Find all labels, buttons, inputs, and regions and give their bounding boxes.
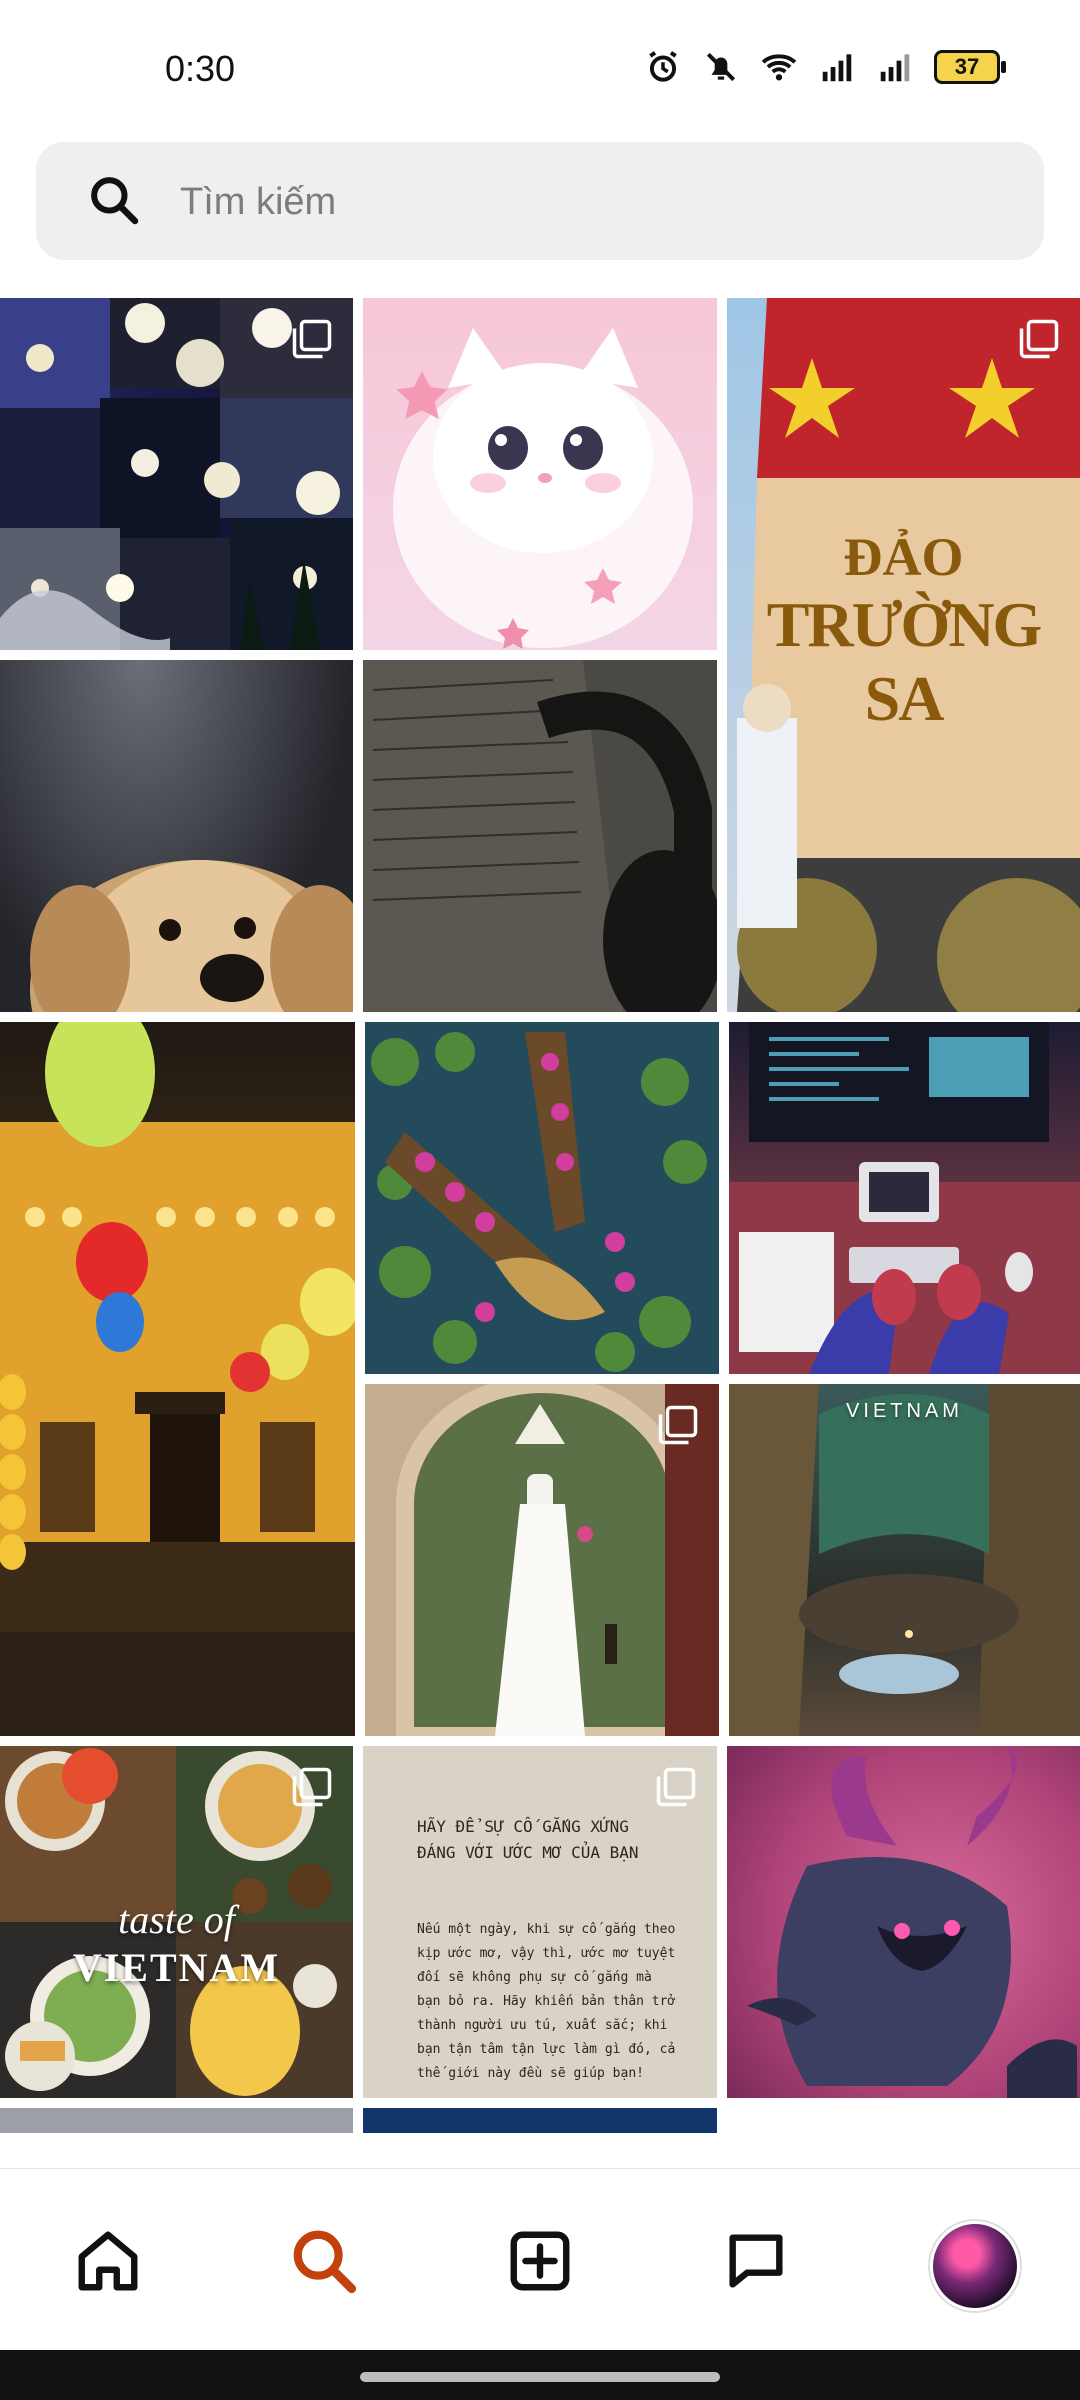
search-bar[interactable] bbox=[36, 142, 1044, 260]
grid-tile-partial-2[interactable] bbox=[363, 2108, 717, 2133]
multiple-photos-icon bbox=[656, 1767, 696, 1807]
add-square-icon bbox=[510, 2231, 570, 2291]
grid-tile-partial-1[interactable] bbox=[0, 2108, 353, 2133]
status-icons: 37 bbox=[644, 48, 1006, 86]
quote-body: Nếu một ngày, khi sự cố gắng theo kịp ướ… bbox=[417, 1922, 676, 2081]
taste-of-label-main: VIETNAM bbox=[72, 1945, 281, 1990]
battery-icon: 37 bbox=[934, 50, 1006, 84]
multiple-photos-icon bbox=[658, 1405, 698, 1445]
signal-icon bbox=[822, 54, 852, 82]
grid-tile-quote-page[interactable]: HÃY ĐỂ SỰ CỐ GẮNG XỨNG ĐÁNG VỚI ƯỚC MƠ C… bbox=[363, 1746, 717, 2098]
truong-sa-text-sub: TRƯỜNG SA bbox=[766, 589, 1043, 734]
home-icon bbox=[78, 2231, 138, 2291]
explore-grid: ĐẢO TRƯỜNG SA VIETNAM taste of VIETNAM H… bbox=[0, 298, 1080, 2133]
bottom-nav bbox=[0, 2168, 1080, 2351]
nav-messages[interactable] bbox=[716, 2221, 796, 2301]
status-time: 0:30 bbox=[165, 48, 236, 89]
message-icon bbox=[729, 2234, 783, 2288]
multiple-photos-icon bbox=[1019, 319, 1059, 359]
puppy-image bbox=[30, 860, 353, 1012]
grid-tile-golden-puppy[interactable] bbox=[0, 660, 353, 1012]
kitten-image bbox=[393, 328, 693, 649]
grid-tile-vietnam-cave[interactable]: VIETNAM bbox=[729, 1384, 1080, 1736]
grid-tile-demon-art[interactable] bbox=[727, 1746, 1080, 2098]
grid-tile-ao-dai-arch[interactable] bbox=[365, 1384, 719, 1736]
search-icon bbox=[293, 2230, 357, 2294]
signal-icon-2 bbox=[880, 54, 910, 82]
grid-tile-book-headphones[interactable] bbox=[363, 660, 717, 1012]
vietnam-cave-label: VIETNAM bbox=[846, 1400, 963, 1422]
hoi-an-image bbox=[0, 1022, 355, 1736]
grid-tile-lotus-boats[interactable] bbox=[365, 1022, 719, 1374]
status-bar: 0:30 37 bbox=[0, 0, 1080, 140]
home-indicator[interactable] bbox=[360, 2372, 720, 2382]
computer-desk-image bbox=[729, 1022, 1080, 1374]
alarm-icon bbox=[649, 51, 677, 82]
grid-tile-hoi-an-lanterns[interactable] bbox=[0, 1022, 355, 1736]
demon-image bbox=[747, 1746, 1077, 2098]
grid-tile-moon-collage[interactable] bbox=[0, 298, 353, 650]
multiple-photos-icon bbox=[292, 319, 332, 359]
grid-tile-white-kitten-art[interactable] bbox=[363, 298, 717, 650]
search-icon bbox=[91, 177, 139, 225]
wifi-icon bbox=[761, 54, 797, 81]
grid-tile-truong-sa-monument[interactable]: ĐẢO TRƯỜNG SA bbox=[727, 298, 1080, 1012]
nav-create[interactable] bbox=[500, 2221, 580, 2301]
cave-image bbox=[729, 1384, 1080, 1736]
gesture-bar bbox=[0, 2350, 1080, 2400]
book-image bbox=[363, 660, 717, 1012]
nav-home[interactable] bbox=[68, 2221, 148, 2301]
search-input[interactable] bbox=[178, 172, 1002, 232]
taste-of-label-script: taste of bbox=[118, 1897, 235, 1942]
multiple-photos-icon bbox=[292, 1767, 332, 1807]
battery-level: 37 bbox=[954, 54, 980, 79]
nav-search[interactable] bbox=[284, 2221, 364, 2301]
grid-tile-taste-of-vietnam[interactable]: taste of VIETNAM bbox=[0, 1746, 353, 2098]
lotus-boats-image bbox=[371, 1032, 707, 1372]
mute-icon bbox=[706, 52, 736, 82]
truong-sa-text-main: ĐẢO bbox=[843, 527, 964, 587]
grid-tile-computer-desk[interactable] bbox=[729, 1022, 1080, 1374]
quote-heading: HÃY ĐỂ SỰ CỐ GẮNG XỨNG ĐÁNG VỚI ƯỚC MƠ C… bbox=[417, 1817, 639, 1862]
nav-profile-avatar[interactable] bbox=[930, 2221, 1020, 2311]
